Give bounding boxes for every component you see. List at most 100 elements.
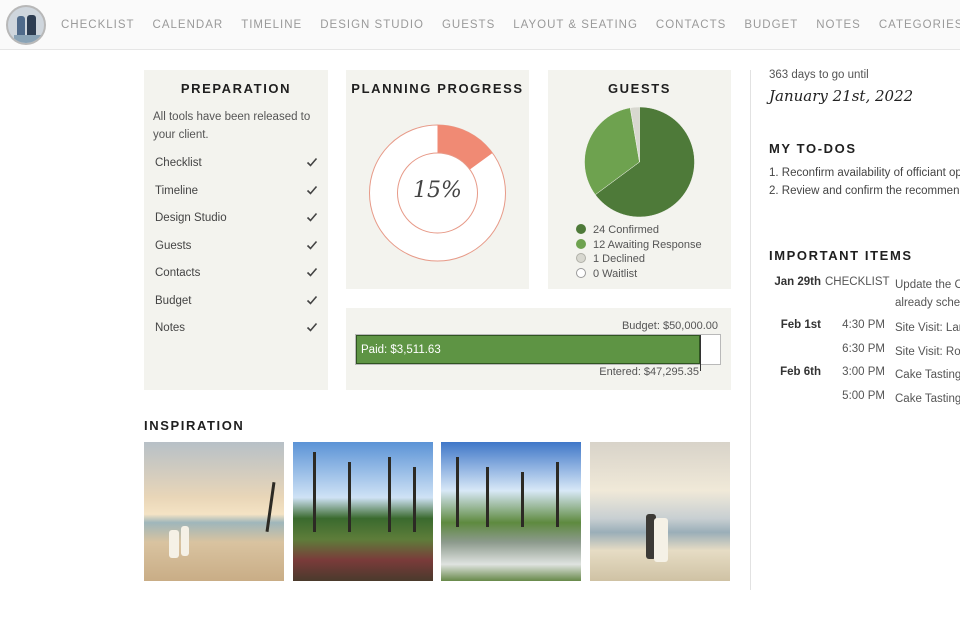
check-icon (306, 322, 318, 332)
countdown-text: 363 days to go until (769, 69, 869, 81)
palm-tree-icon (313, 452, 316, 532)
inspiration-photo-aisle-chairs[interactable] (441, 442, 581, 581)
guests-card[interactable]: GUESTS 24 Confirmed 12 Awaiting Response… (548, 70, 731, 289)
prep-item-guests[interactable]: Guests (144, 239, 328, 267)
avatar[interactable] (6, 5, 46, 45)
prep-item-notes[interactable]: Notes (144, 321, 328, 349)
preparation-list: Checklist Timeline Design Studio Guests … (144, 156, 328, 349)
important-item-date: Jan 29th (774, 276, 821, 288)
guests-pie (584, 106, 695, 218)
wedding-date: January 21st, 2022 (769, 87, 914, 105)
prep-item-label: Timeline (155, 184, 199, 197)
inspiration-photo-sunset-couple[interactable] (590, 442, 730, 581)
important-items-title: IMPORTANT ITEMS (769, 248, 913, 263)
legend-dot (576, 267, 586, 278)
column-divider (750, 70, 751, 590)
check-icon (306, 240, 318, 250)
prep-item-budget[interactable]: Budget (144, 294, 328, 322)
budget-bar-track: Paid: $3,511.63 (355, 334, 721, 371)
inspiration-photo-palm-ceremony[interactable] (293, 442, 433, 581)
groom-figure (181, 526, 189, 556)
preparation-title: PREPARATION (180, 81, 292, 96)
todo-item[interactable]: 1. Reconfirm availability of officiant o… (769, 164, 960, 182)
important-item-desc: Update the C already sche (895, 276, 960, 312)
progress-percent: 15% (413, 178, 462, 203)
legend-dot (576, 238, 586, 249)
prep-item-checklist[interactable]: Checklist (144, 156, 328, 184)
inspiration-photo-beach-couple[interactable] (144, 442, 284, 581)
nav-checklist[interactable]: CHECKLIST (61, 19, 135, 31)
preparation-intro: All tools have been released to your cli… (153, 111, 311, 141)
legend-declined: 1 Declined (576, 252, 702, 267)
legend-label: 24 Confirmed (593, 224, 660, 236)
important-item-desc: Cake Tasting: (895, 393, 960, 405)
check-icon (306, 295, 318, 305)
nav-categories[interactable]: CATEGORIES (879, 19, 960, 31)
check-icon (306, 212, 318, 222)
important-item-time: 5:00 PM (842, 390, 885, 402)
legend-confirmed: 24 Confirmed (576, 223, 702, 238)
preparation-card: PREPARATION All tools have been released… (144, 70, 328, 390)
palm-tree-icon (521, 472, 524, 527)
prep-item-label: Guests (155, 239, 192, 252)
nav-budget[interactable]: BUDGET (744, 19, 798, 31)
desc-line: Update the C (895, 279, 960, 291)
nav-calendar[interactable]: CALENDAR (153, 19, 224, 31)
palm-tree-icon (556, 462, 559, 527)
budget-paid-label: Paid: $3,511.63 (361, 344, 441, 356)
bride-figure (654, 518, 668, 562)
important-item-date: Feb 1st (780, 319, 821, 331)
nav-contacts[interactable]: CONTACTS (656, 19, 726, 31)
main-nav: CHECKLIST CALENDAR TIMELINE DESIGN STUDI… (61, 0, 960, 50)
todo-list: 1. Reconfirm availability of officiant o… (769, 164, 960, 200)
prep-item-contacts[interactable]: Contacts (144, 266, 328, 294)
todos-title: MY TO-DOS (769, 141, 857, 156)
inspiration-title: INSPIRATION (144, 418, 245, 433)
guests-legend: 24 Confirmed 12 Awaiting Response 1 Decl… (576, 223, 702, 281)
budget-card[interactable]: Budget: $50,000.00 Paid: $3,511.63 Enter… (346, 308, 731, 390)
prep-item-label: Notes (155, 322, 186, 334)
budget-entered-marker (700, 335, 702, 371)
nav-timeline[interactable]: TIMELINE (241, 19, 302, 31)
palm-tree-icon (456, 457, 459, 527)
legend-waitlist: 0 Waitlist (576, 267, 702, 282)
legend-awaiting: 12 Awaiting Response (576, 238, 702, 253)
desc-line: already sche (895, 297, 960, 309)
palm-tree-icon (388, 457, 391, 532)
palm-tree-icon (265, 482, 276, 532)
nav-design-studio[interactable]: DESIGN STUDIO (320, 19, 424, 31)
prep-item-label: Checklist (155, 157, 202, 169)
palm-tree-icon (348, 462, 351, 532)
top-nav-bar: CHECKLIST CALENDAR TIMELINE DESIGN STUDI… (0, 0, 960, 50)
important-item-time: CHECKLIST (825, 276, 890, 288)
check-icon (306, 267, 318, 277)
nav-notes[interactable]: NOTES (816, 19, 861, 31)
important-items-list: Jan 29th CHECKLIST Update the C already s… (769, 276, 960, 416)
bride-figure (169, 530, 179, 558)
legend-dot (576, 224, 586, 234)
palm-tree-icon (486, 467, 489, 527)
legend-label: 0 Waitlist (593, 267, 638, 280)
guests-pie-chart (584, 106, 695, 218)
prep-item-label: Design Studio (155, 212, 227, 224)
todo-item[interactable]: 2. Review and confirm the recommen (769, 182, 960, 200)
prep-item-label: Budget (155, 294, 192, 307)
prep-item-design-studio[interactable]: Design Studio (144, 211, 328, 239)
palm-tree-icon (413, 467, 416, 532)
nav-guests[interactable]: GUESTS (442, 19, 495, 31)
important-item-desc: Site Visit: Lan (895, 322, 960, 334)
important-item-desc: Site Visit: Roy (895, 346, 960, 358)
nav-layout-seating[interactable]: LAYOUT & SEATING (513, 19, 638, 31)
legend-label: 12 Awaiting Response (593, 238, 702, 251)
legend-label: 1 Declined (593, 253, 645, 265)
planning-progress-card[interactable]: PLANNING PROGRESS 15% (346, 70, 529, 289)
important-item-time: 3:00 PM (842, 366, 885, 378)
check-icon (306, 157, 318, 167)
important-item-time: 6:30 PM (842, 343, 885, 355)
avatar-ground (14, 35, 42, 43)
prep-item-timeline[interactable]: Timeline (144, 184, 328, 212)
budget-total-label: Budget: $50,000.00 (621, 320, 718, 332)
important-item-date: Feb 6th (780, 366, 821, 378)
prep-item-label: Contacts (155, 267, 201, 279)
budget-bar-fill: Paid: $3,511.63 (356, 335, 701, 364)
